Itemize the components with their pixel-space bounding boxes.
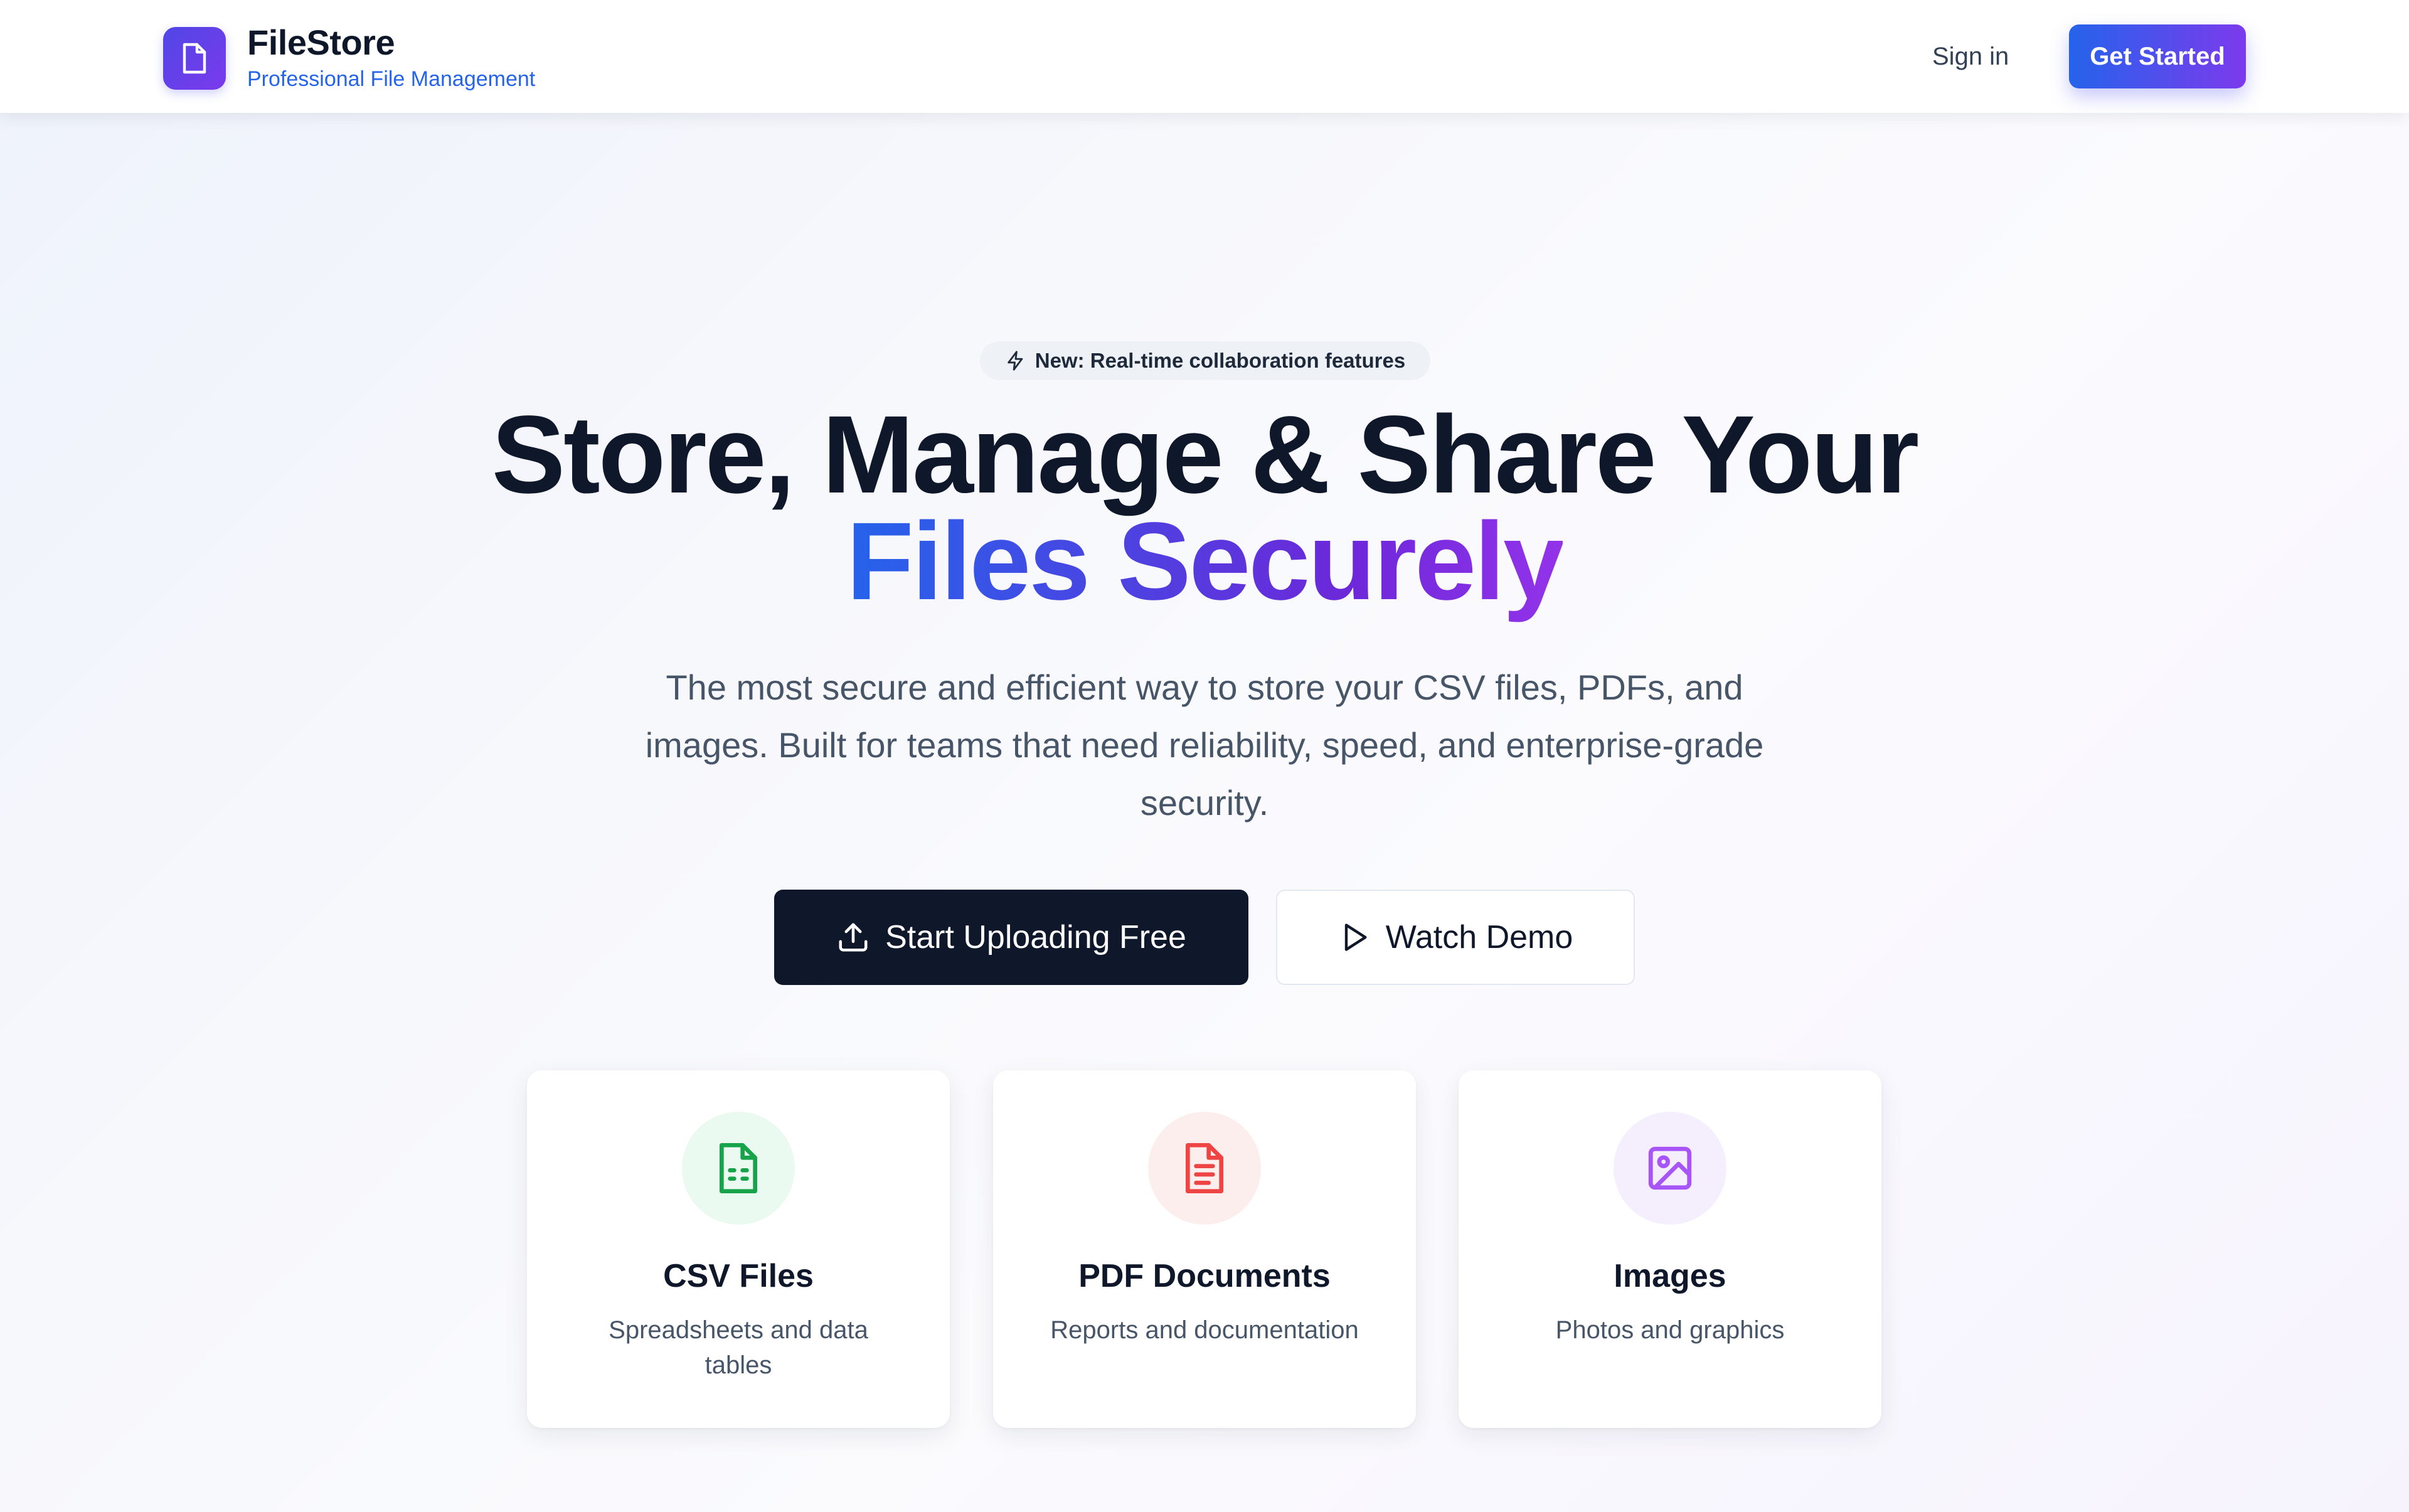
card-images[interactable]: Images Photos and graphics bbox=[1459, 1070, 1881, 1428]
card-title: Images bbox=[1614, 1258, 1726, 1294]
card-description: Spreadsheets and data tables bbox=[609, 1316, 868, 1379]
card-description: Reports and documentation bbox=[1050, 1316, 1359, 1344]
card-description: Photos and graphics bbox=[1555, 1316, 1785, 1344]
announcement-badge[interactable]: New: Real-time collaboration features bbox=[980, 341, 1430, 380]
card-title: CSV Files bbox=[663, 1258, 814, 1294]
brand[interactable]: FileStore Professional File Management bbox=[163, 24, 535, 93]
start-uploading-label: Start Uploading Free bbox=[885, 919, 1186, 956]
file-icon bbox=[163, 27, 226, 90]
image-icon bbox=[1614, 1112, 1726, 1225]
card-csv-files[interactable]: CSV Files Spreadsheets and data tables bbox=[527, 1070, 950, 1428]
watch-demo-button[interactable]: Watch Demo bbox=[1276, 890, 1635, 985]
watch-demo-label: Watch Demo bbox=[1385, 919, 1573, 956]
upload-icon bbox=[839, 923, 868, 952]
get-started-button[interactable]: Get Started bbox=[2069, 24, 2246, 88]
hero-headline-highlight: Files Securely bbox=[0, 506, 2409, 617]
brand-subtitle: Professional File Management bbox=[247, 67, 536, 91]
card-pdf-documents[interactable]: PDF Documents Reports and documentation bbox=[993, 1070, 1416, 1428]
badge-text: New: Real-time collaboration features bbox=[1034, 349, 1406, 372]
card-title: PDF Documents bbox=[1078, 1258, 1331, 1294]
top-navbar: FileStore Professional File Management S… bbox=[0, 0, 2409, 113]
sign-in-link[interactable]: Sign in bbox=[1932, 38, 2009, 75]
lightning-icon bbox=[1008, 351, 1023, 371]
headline-gradient-text: Files Securely bbox=[846, 500, 1565, 623]
spreadsheet-icon bbox=[682, 1112, 795, 1225]
brand-title: FileStore bbox=[247, 23, 395, 62]
play-icon bbox=[1344, 924, 1367, 951]
hero-headline: Store, Manage & Share Your bbox=[491, 393, 1920, 516]
hero-description: The most secure and efficient way to sto… bbox=[645, 668, 1764, 823]
start-uploading-button[interactable]: Start Uploading Free bbox=[774, 890, 1248, 985]
document-icon bbox=[1148, 1112, 1261, 1225]
